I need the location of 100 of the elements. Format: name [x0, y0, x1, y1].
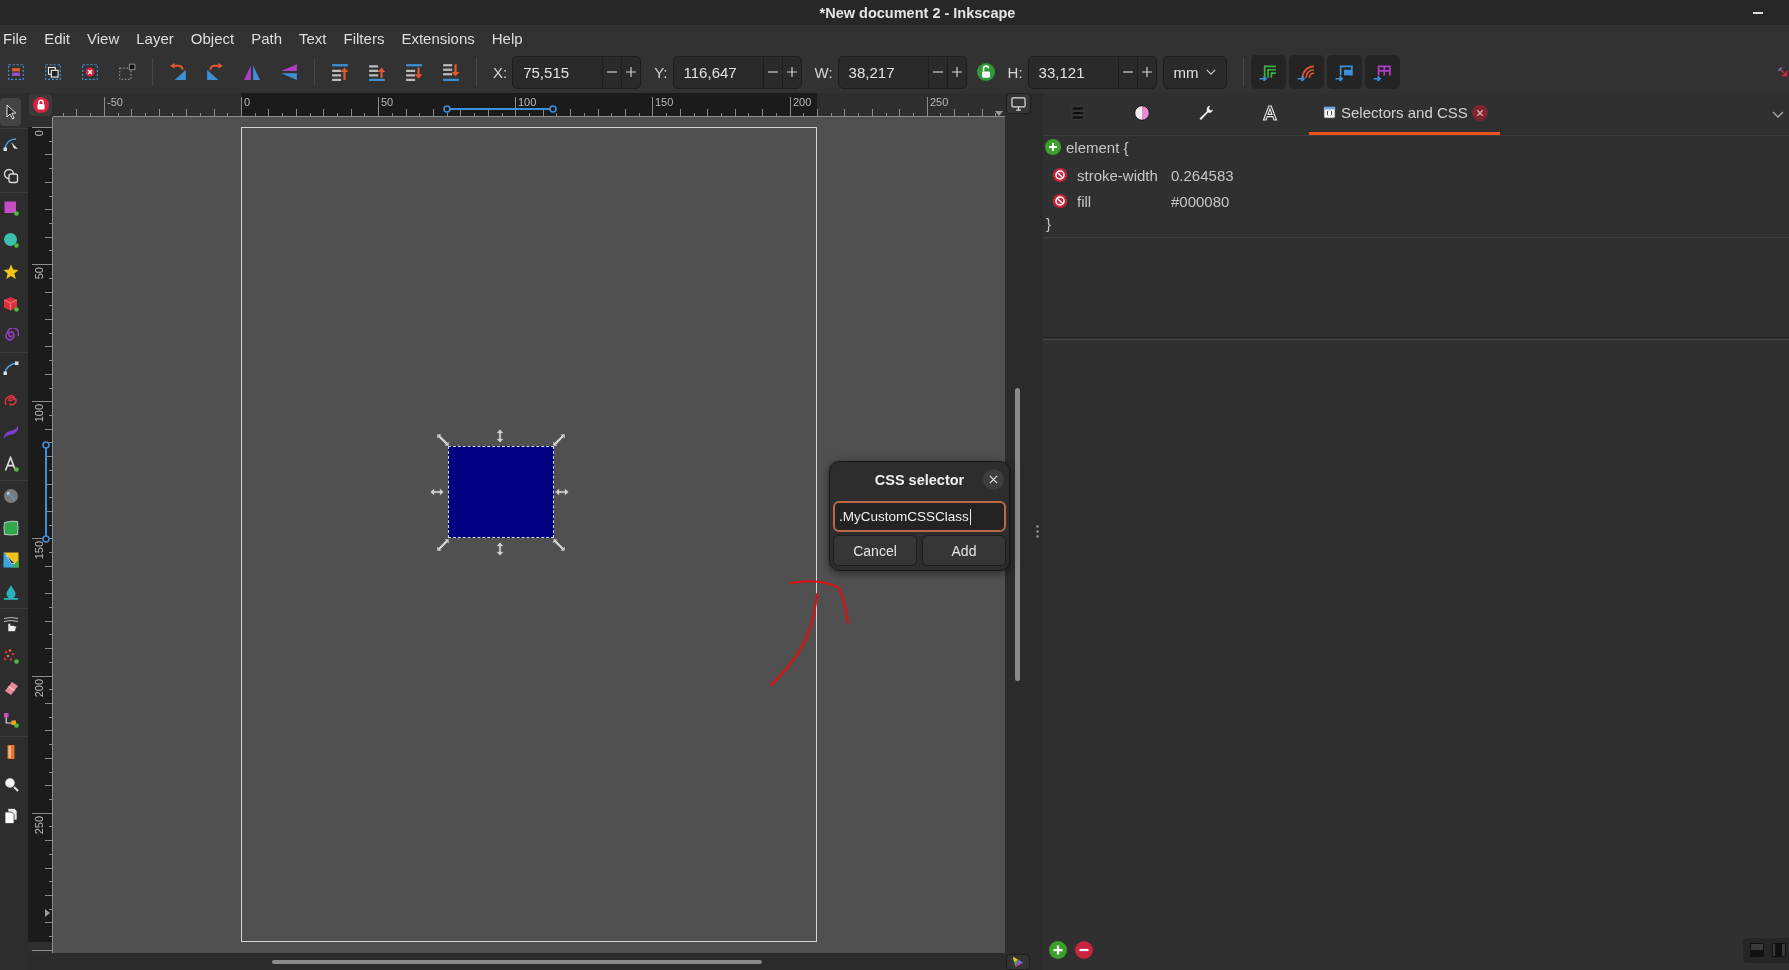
- letter-a-icon: [2, 456, 19, 472]
- lines-up-arrow-icon[interactable]: [368, 63, 386, 81]
- dialog-button[interactable]: Add: [922, 535, 1006, 566]
- property-name[interactable]: fill: [1077, 192, 1092, 210]
- unit-dropdown[interactable]: mm: [1162, 55, 1227, 89]
- scale-handle-icon[interactable]: [553, 539, 565, 551]
- property-value[interactable]: 0.264583: [1171, 166, 1234, 184]
- corner-square-icon[interactable]: [118, 63, 136, 81]
- close-icon[interactable]: [1471, 104, 1488, 121]
- scale-handle-icon[interactable]: [496, 542, 504, 556]
- property-value[interactable]: #000080: [1171, 192, 1230, 210]
- menu-item[interactable]: Extensions: [401, 29, 475, 47]
- scribble-icon: [2, 392, 19, 408]
- drag-handle-icon[interactable]: [1035, 525, 1039, 538]
- menu-item[interactable]: Edit: [44, 29, 71, 47]
- sphere-icon: [2, 488, 19, 504]
- remove-circle-icon[interactable]: [1075, 941, 1093, 959]
- no-entry-icon[interactable]: [1053, 194, 1067, 208]
- star-icon: [2, 264, 19, 280]
- closing-brace: }: [1046, 214, 1051, 232]
- dashed-x-icon[interactable]: [81, 63, 99, 81]
- menu-item[interactable]: Object: [190, 29, 235, 47]
- ruler-label: 150: [33, 541, 45, 560]
- field-label: H:: [1007, 63, 1023, 81]
- cube-icon: [2, 296, 19, 312]
- pointer-marker-icon: [45, 909, 50, 917]
- chevron-down-icon[interactable]: [1772, 110, 1784, 118]
- css-selector[interactable]: element {: [1066, 138, 1129, 156]
- scale-handle-icon[interactable]: [496, 429, 504, 443]
- number-field[interactable]: 75,515: [512, 55, 642, 89]
- close-button[interactable]: [982, 469, 1004, 490]
- rectangle[interactable]: [448, 446, 554, 538]
- menu-item[interactable]: Layer: [136, 29, 174, 47]
- calligraphy-stroke-icon: [2, 424, 19, 440]
- toggle-button[interactable]: [1326, 55, 1362, 89]
- diagonal-arrow-icon[interactable]: [1778, 67, 1788, 77]
- plus-icon[interactable]: [786, 67, 797, 77]
- rectangle-icon: [2, 200, 19, 216]
- menu-item[interactable]: Path: [251, 29, 283, 47]
- menu-item[interactable]: Text: [299, 29, 327, 47]
- number-field[interactable]: 33,121: [1027, 55, 1157, 89]
- field-label: Y:: [654, 63, 668, 81]
- toggle-button[interactable]: [1364, 55, 1400, 89]
- window-title: *New document 2 - Inkscape: [819, 4, 1016, 21]
- ruler-label: 250: [33, 816, 45, 835]
- dashed-selection-icon[interactable]: [7, 63, 25, 81]
- ruler-label: 0: [33, 130, 45, 137]
- toggle-button[interactable]: [1288, 55, 1324, 89]
- scale-handle-icon[interactable]: [437, 434, 449, 446]
- menu-item[interactable]: File: [3, 29, 28, 47]
- scale-handle-icon[interactable]: [555, 488, 569, 496]
- menu-item[interactable]: Filters: [343, 29, 385, 47]
- lines-down-arrow-icon[interactable]: [405, 63, 423, 81]
- lock-button[interactable]: [29, 94, 52, 116]
- corner-lines-arrow-icon: [1259, 63, 1278, 81]
- dialog-button[interactable]: Cancel: [833, 535, 917, 566]
- scale-handle-icon[interactable]: [437, 539, 449, 551]
- menu-item[interactable]: View: [87, 29, 120, 47]
- property-name[interactable]: stroke-width: [1077, 166, 1158, 184]
- droplet-icon: [2, 584, 19, 600]
- add-circle-icon[interactable]: [1045, 139, 1061, 155]
- field-label: X:: [493, 63, 508, 81]
- scale-handle-icon[interactable]: [430, 488, 444, 496]
- ruler-label: -50: [107, 96, 123, 108]
- tool-button[interactable]: [0, 98, 21, 126]
- rotate-cw-icon[interactable]: [206, 63, 224, 81]
- stacked-wedges-icon[interactable]: [280, 63, 298, 81]
- menu-item[interactable]: Help: [491, 29, 523, 47]
- scrollbar[interactable]: [1015, 388, 1020, 681]
- mirror-triangles-icon[interactable]: [243, 63, 261, 81]
- monitor-icon: [1010, 96, 1026, 111]
- plus-icon[interactable]: [626, 67, 637, 77]
- lines-top-arrow-icon[interactable]: [331, 63, 349, 81]
- toggle-button[interactable]: [1250, 55, 1286, 89]
- chevron-down-icon: [1205, 69, 1216, 75]
- rotate-ccw-icon[interactable]: [169, 63, 187, 81]
- color-mode-button[interactable]: [1006, 954, 1030, 970]
- color-triangle-icon: [1012, 956, 1024, 968]
- scrollbar[interactable]: [272, 960, 762, 964]
- plus-icon[interactable]: [951, 67, 962, 77]
- padlock-icon: [32, 97, 49, 113]
- tab[interactable]: Selectors and CSS: [1309, 93, 1500, 135]
- stacked-bars-icon: [1070, 104, 1086, 121]
- no-entry-icon[interactable]: [1053, 168, 1067, 182]
- letter-a-outline-icon: [1262, 104, 1278, 121]
- plus-icon[interactable]: [1141, 67, 1152, 77]
- minimize-icon[interactable]: [1753, 11, 1763, 14]
- stacked-squares-icon[interactable]: [44, 63, 62, 81]
- lines-bottom-arrow-icon[interactable]: [442, 63, 460, 81]
- number-field[interactable]: 38,217: [837, 55, 967, 89]
- display-mode-button[interactable]: [1005, 93, 1031, 114]
- add-circle-icon[interactable]: [1049, 941, 1067, 959]
- grid-lines-arrow-icon: [1373, 63, 1392, 81]
- wrench-icon: [1198, 104, 1214, 121]
- scale-handle-icon[interactable]: [553, 434, 565, 446]
- text-input[interactable]: .MyCustomCSSClass: [833, 501, 1006, 532]
- padlock-open-icon[interactable]: [976, 63, 995, 81]
- number-field[interactable]: 116,647: [672, 55, 802, 89]
- spiral-icon: [2, 328, 19, 344]
- field-label: W:: [814, 63, 833, 81]
